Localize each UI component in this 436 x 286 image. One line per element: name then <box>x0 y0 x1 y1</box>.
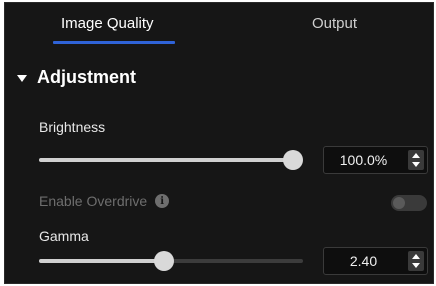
slider-fill <box>39 259 165 263</box>
spin-arrows[interactable] <box>408 251 424 271</box>
section-title: Adjustment <box>37 67 136 87</box>
slider-thumb[interactable] <box>154 251 175 271</box>
brightness-label: Brightness <box>39 119 106 135</box>
settings-panel: Image Quality Output Adjustment Brightne… <box>4 2 434 284</box>
spin-down-icon[interactable] <box>412 263 420 268</box>
spin-up-icon[interactable] <box>412 153 420 158</box>
brightness-slider[interactable] <box>39 150 303 170</box>
caret-down-icon <box>17 75 27 82</box>
gamma-label: Gamma <box>39 228 89 244</box>
info-icon[interactable]: i <box>155 194 170 208</box>
section-header-adjustment[interactable]: Adjustment <box>17 67 136 88</box>
active-tab-indicator <box>53 41 175 44</box>
brightness-spinbox[interactable]: 100.0% <box>323 146 428 174</box>
overdrive-label: Enable Overdrive <box>39 193 148 209</box>
brightness-value[interactable]: 100.0% <box>324 147 403 173</box>
spin-arrows[interactable] <box>408 150 424 170</box>
toggle-knob <box>393 197 405 209</box>
tab-image-quality[interactable]: Image Quality <box>61 15 154 32</box>
spin-up-icon[interactable] <box>412 254 420 259</box>
tab-output[interactable]: Output <box>312 15 357 32</box>
gamma-spinbox[interactable]: 2.40 <box>323 247 428 275</box>
overdrive-toggle[interactable] <box>391 195 427 211</box>
overdrive-row: Enable Overdrive i <box>39 193 170 209</box>
gamma-value[interactable]: 2.40 <box>324 248 403 274</box>
slider-thumb[interactable] <box>283 150 303 170</box>
gamma-slider[interactable] <box>39 251 303 271</box>
spin-down-icon[interactable] <box>412 162 420 167</box>
slider-fill <box>39 158 293 162</box>
